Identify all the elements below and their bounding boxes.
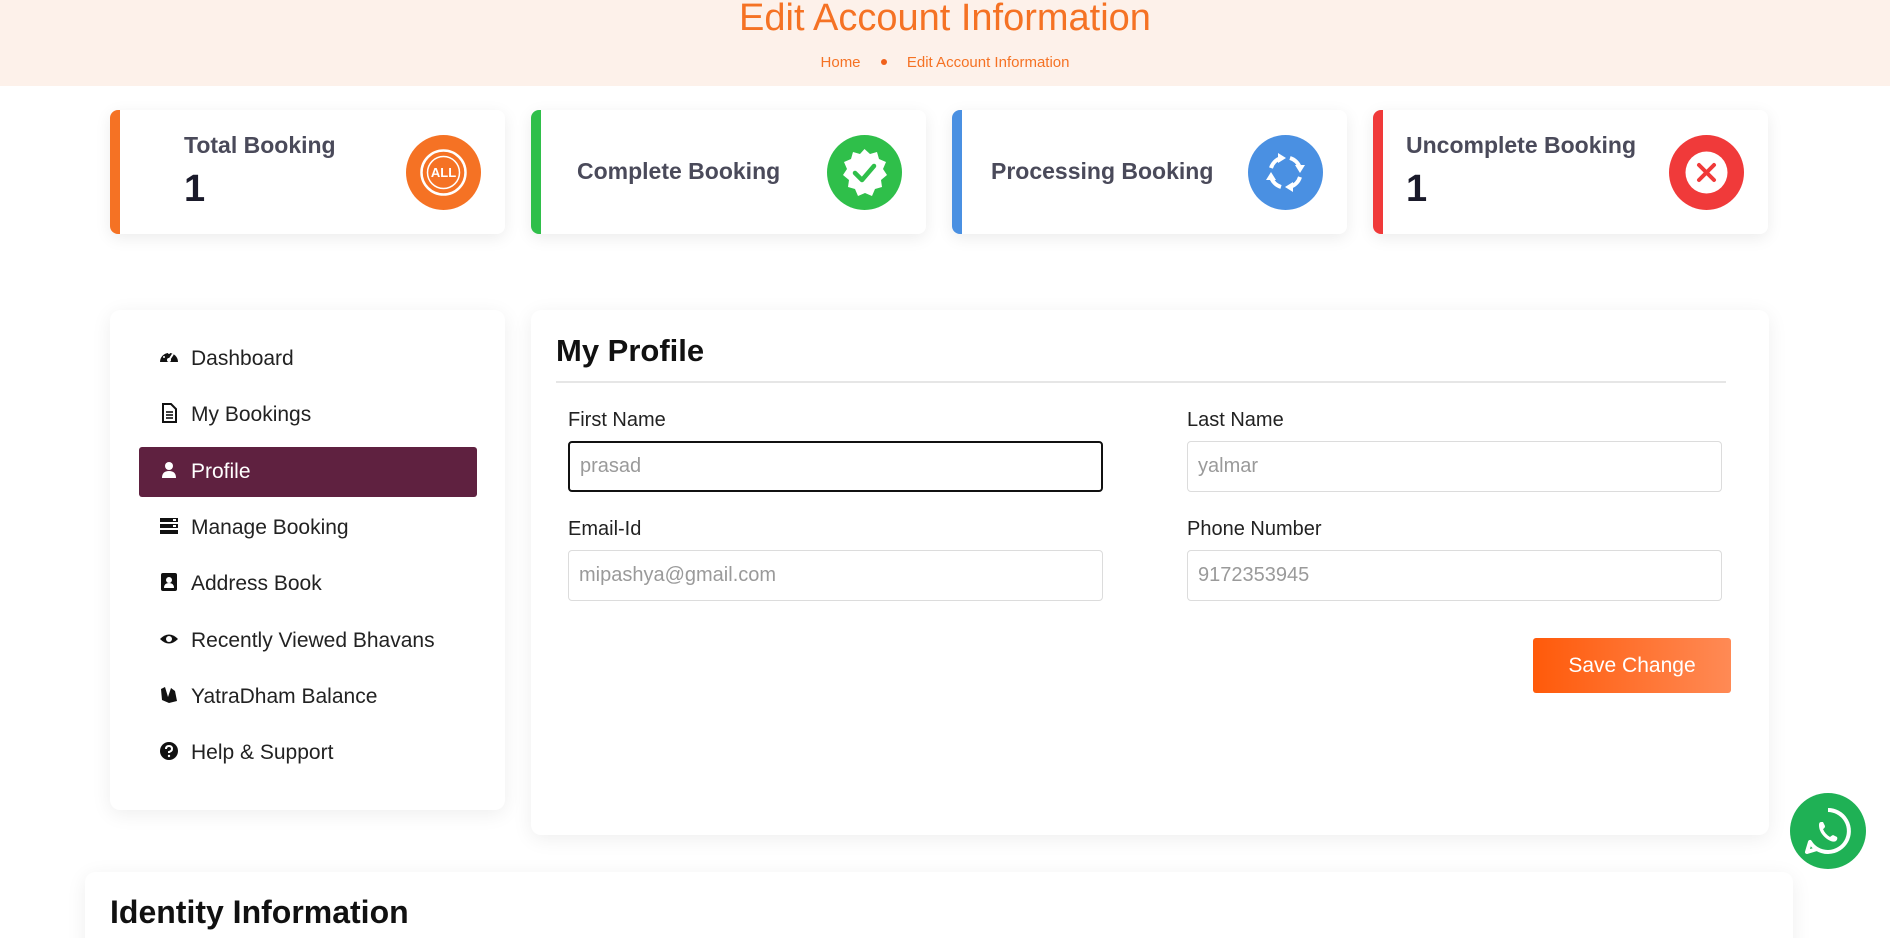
gauge-icon (159, 347, 179, 367)
all-badge-icon: ALL (406, 135, 481, 210)
refresh-arrows-icon (1248, 135, 1323, 210)
address-book-icon (159, 572, 179, 592)
profile-panel: My Profile First Name Last Name Email-Id… (531, 310, 1769, 835)
page-header: Edit Account Information Home Edit Accou… (0, 0, 1890, 86)
stat-card-total-booking[interactable]: Total Booking 1 ALL (110, 110, 505, 234)
stat-accent-bar (531, 110, 541, 234)
first-name-field[interactable] (568, 441, 1103, 492)
sidebar-item-label: Profile (191, 460, 251, 483)
stat-accent-bar (110, 110, 120, 234)
breadcrumb: Home Edit Account Information (0, 54, 1890, 71)
stat-label: Complete Booking (577, 158, 781, 184)
x-circle-icon (1669, 135, 1744, 210)
user-icon (159, 460, 179, 480)
identity-title: Identity Information (110, 894, 409, 930)
stat-value: 1 (184, 168, 206, 210)
save-change-button[interactable]: Save Change (1533, 638, 1731, 693)
page-title: Edit Account Information (739, 0, 1151, 39)
wallet-icon (159, 685, 179, 705)
sidebar-item-yatradham-balance[interactable]: YatraDham Balance (139, 672, 477, 722)
sidebar-item-label: Help & Support (191, 741, 334, 764)
sidebar-item-label: Recently Viewed Bhavans (191, 629, 435, 652)
stat-label: Uncomplete Booking (1406, 132, 1637, 158)
breadcrumb-current: Edit Account Information (906, 54, 1070, 71)
phone-field[interactable] (1187, 550, 1722, 601)
server-icon (159, 516, 179, 536)
sidebar-item-label: Manage Booking (191, 516, 349, 539)
document-icon (159, 403, 179, 423)
sidebar-item-dashboard[interactable]: Dashboard (139, 334, 477, 384)
sidebar-item-label: Dashboard (191, 347, 294, 370)
last-name-field[interactable] (1187, 441, 1722, 492)
account-sidebar: Dashboard My Bookings Profile Manage Boo… (110, 310, 505, 810)
email-field[interactable] (568, 550, 1103, 601)
divider (556, 381, 1726, 383)
stat-label: Processing Booking (991, 158, 1214, 184)
profile-title: My Profile (556, 333, 705, 368)
check-badge-icon (827, 135, 902, 210)
whatsapp-button[interactable] (1790, 793, 1866, 869)
sidebar-item-label: Address Book (191, 572, 322, 595)
all-badge-text: ALL (431, 165, 456, 180)
email-label: Email-Id (568, 518, 642, 540)
eye-icon (159, 629, 179, 649)
sidebar-item-help-support[interactable]: Help & Support (139, 728, 477, 778)
question-circle-icon (159, 741, 179, 761)
breadcrumb-separator (880, 59, 887, 66)
sidebar-item-label: YatraDham Balance (191, 685, 378, 708)
stat-card-complete-booking[interactable]: Complete Booking (531, 110, 926, 234)
breadcrumb-home-link[interactable]: Home (821, 54, 861, 71)
stat-accent-bar (952, 110, 962, 234)
phone-label: Phone Number (1187, 518, 1322, 540)
stat-card-uncomplete-booking[interactable]: Uncomplete Booking 1 (1373, 110, 1768, 234)
stat-value: 1 (1406, 168, 1428, 210)
last-name-label: Last Name (1187, 409, 1284, 431)
stat-label: Total Booking (184, 132, 336, 158)
sidebar-item-manage-booking[interactable]: Manage Booking (139, 503, 477, 553)
sidebar-item-recently-viewed[interactable]: Recently Viewed Bhavans (139, 616, 477, 666)
identity-panel: Identity Information (85, 872, 1793, 938)
whatsapp-icon (1790, 808, 1866, 873)
stat-accent-bar (1373, 110, 1383, 234)
sidebar-item-label: My Bookings (191, 403, 312, 426)
sidebar-item-my-bookings[interactable]: My Bookings (139, 390, 477, 440)
stat-card-processing-booking[interactable]: Processing Booking (952, 110, 1347, 234)
sidebar-item-address-book[interactable]: Address Book (139, 559, 477, 609)
sidebar-item-profile[interactable]: Profile (139, 447, 477, 497)
first-name-label: First Name (568, 409, 666, 431)
